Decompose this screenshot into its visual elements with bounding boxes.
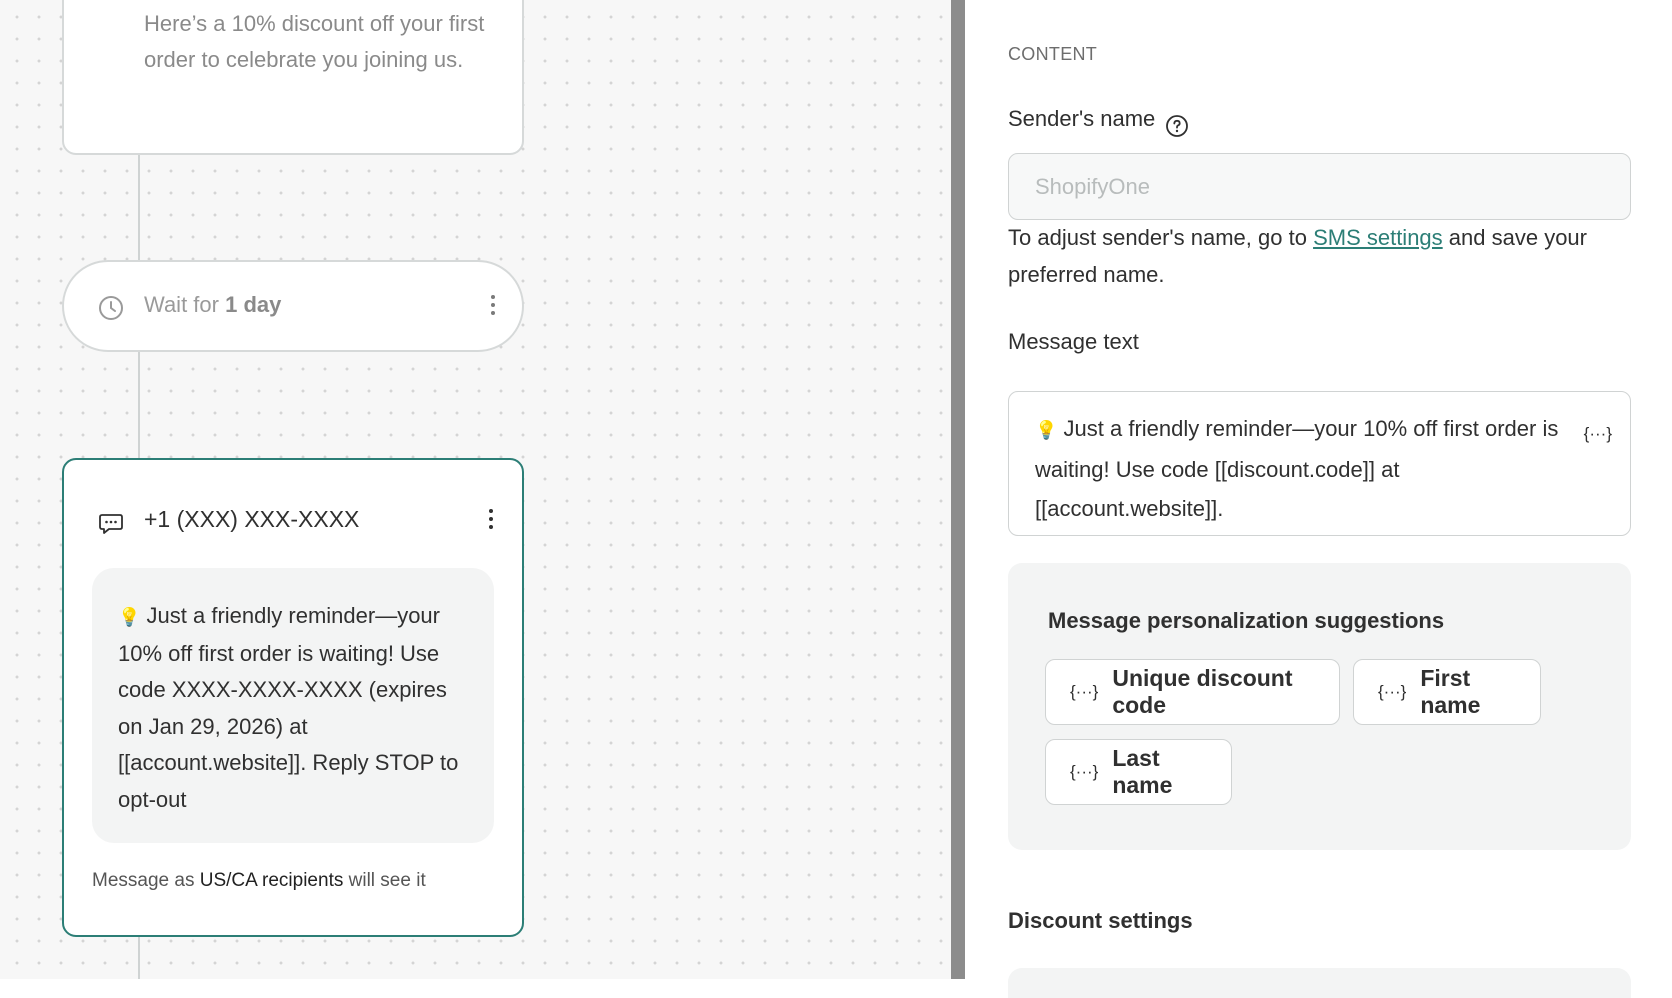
connector-line <box>138 935 140 979</box>
discount-settings-box <box>1008 968 1631 998</box>
message-text-label: Message text <box>1008 329 1139 354</box>
clock-icon <box>99 296 123 320</box>
sender-name-hint: To adjust sender's name, go to SMS setti… <box>1008 219 1638 293</box>
wait-label: Wait for 1 day <box>144 292 281 318</box>
chip-label: Unique discount code <box>1112 665 1293 718</box>
suggestions-title: Message personalization suggestions <box>1048 608 1445 633</box>
wait-duration: 1 day <box>225 292 282 317</box>
sender-name-label: Sender's name <box>1008 106 1156 131</box>
sms-step-card[interactable]: +1 (XXX) XXX-XXXX 💡 Just a friendly remi… <box>62 458 524 937</box>
workflow-canvas[interactable]: Here’s a 10% discount off your first ord… <box>0 0 951 979</box>
content-panel: CONTENT Sender's name ShopifyOne To adju… <box>965 0 1672 998</box>
help-icon[interactable] <box>1165 114 1189 138</box>
sms-preview-text: Just a friendly reminder—your 10% off fi… <box>118 603 459 812</box>
sms-settings-link[interactable]: SMS settings <box>1313 225 1443 250</box>
section-heading: CONTENT <box>1008 44 1098 64</box>
chip-last-name[interactable]: {···} Last name <box>1045 739 1232 805</box>
variable-icon: {···} <box>1070 682 1099 701</box>
sender-name-input[interactable]: ShopifyOne <box>1008 153 1631 220</box>
wait-step[interactable]: Wait for 1 day <box>62 260 524 352</box>
wait-prefix: Wait for <box>144 292 219 317</box>
personalization-suggestions: Message personalization suggestions {···… <box>1008 563 1631 850</box>
chip-unique-discount-code[interactable]: {···} Unique discount code <box>1045 659 1340 725</box>
preview-note: Message as US/CA recipients will see it <box>92 870 426 892</box>
variable-icon: {···} <box>1378 682 1407 701</box>
chip-label: First name <box>1420 665 1481 718</box>
message-text-value: Just a friendly reminder—your 10% off fi… <box>1035 416 1559 521</box>
panel-resize-handle[interactable] <box>951 0 965 979</box>
insert-variable-icon[interactable]: {···} <box>1584 414 1612 453</box>
lightbulb-icon: 💡 <box>1035 420 1058 440</box>
sender-phone: +1 (XXX) XXX-XXXX <box>144 506 360 532</box>
sms-preview-bubble: 💡 Just a friendly reminder—your 10% off … <box>92 568 494 843</box>
message-text-input[interactable]: 💡 Just a friendly reminder—your 10% off … <box>1008 391 1631 536</box>
hint-prefix: To adjust sender's name, go to <box>1008 225 1307 250</box>
preview-note-suffix: will see it <box>348 870 426 891</box>
previous-message-text: Here’s a 10% discount off your first ord… <box>144 11 485 72</box>
discount-settings-title: Discount settings <box>1008 908 1193 933</box>
chat-bubble-icon <box>99 514 123 534</box>
more-options-icon[interactable] <box>490 295 496 315</box>
preview-note-prefix: Message as <box>92 870 195 891</box>
chip-label: Last name <box>1112 745 1173 798</box>
chip-first-name[interactable]: {···} First name <box>1353 659 1541 725</box>
preview-note-recipients: US/CA recipients <box>199 870 344 891</box>
previous-message-card[interactable]: Here’s a 10% discount off your first ord… <box>62 0 524 155</box>
connector-line <box>138 150 140 265</box>
more-options-icon[interactable] <box>488 509 494 529</box>
connector-line <box>138 350 140 462</box>
variable-icon: {···} <box>1070 762 1099 781</box>
lightbulb-icon: 💡 <box>118 607 141 627</box>
